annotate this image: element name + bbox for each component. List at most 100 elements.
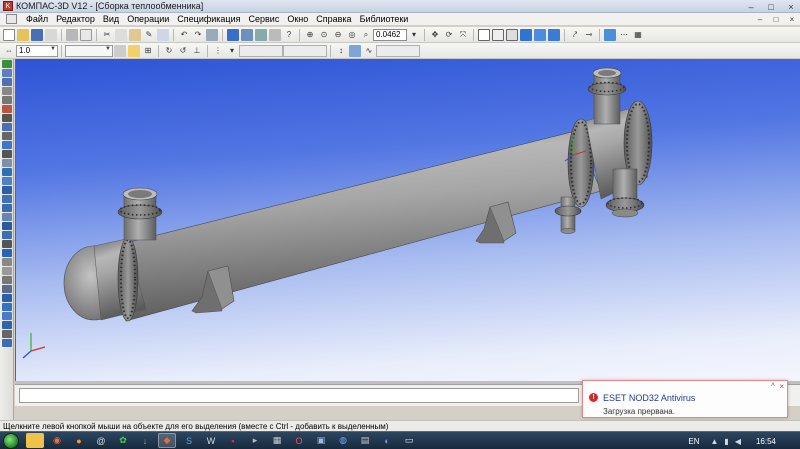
zoom-window-icon[interactable]: ⊙	[318, 29, 330, 41]
menu-specification[interactable]: Спецификация	[173, 14, 244, 24]
maximize-button[interactable]: □	[764, 2, 778, 12]
doc-close-button[interactable]: ×	[786, 15, 798, 24]
orientation-icon[interactable]: ⤧	[457, 29, 469, 41]
menu-window[interactable]: Окно	[283, 14, 312, 24]
eset-notification[interactable]: ˄ × ! ESET NOD32 Antivirus Загрузка прер…	[582, 380, 788, 418]
taskbar-kompas-icon[interactable]: ◆	[158, 433, 176, 448]
doc-restore-button[interactable]: □	[770, 15, 782, 24]
panel-chamfer-icon[interactable]	[2, 240, 12, 248]
rotate-icon[interactable]: ⟳	[443, 29, 455, 41]
close-button[interactable]: ×	[784, 2, 798, 12]
model-viewport[interactable]	[15, 59, 800, 381]
panel-geometry-icon[interactable]	[2, 87, 12, 95]
zoom-input[interactable]: 0.0462	[373, 28, 407, 41]
taskbar-icq-icon[interactable]: ✿	[114, 433, 132, 448]
panel-mirror-icon[interactable]	[2, 276, 12, 284]
menu-editor[interactable]: Редактор	[52, 14, 99, 24]
taskbar-mail-icon[interactable]: @	[92, 433, 110, 448]
panel-loft-icon[interactable]	[2, 312, 12, 320]
x-coordinate-field[interactable]	[239, 44, 283, 57]
grid-dropdown-icon[interactable]: ▾	[226, 45, 238, 57]
panel-extrude-icon[interactable]	[2, 294, 12, 302]
panel-filter-icon[interactable]	[2, 141, 12, 149]
style-icon[interactable]	[128, 44, 140, 57]
panel-hole-icon[interactable]	[2, 222, 12, 230]
print-preview-icon[interactable]	[80, 28, 92, 41]
manager-icon[interactable]	[206, 28, 218, 41]
panel-section-icon[interactable]	[2, 213, 12, 221]
panel-line-icon[interactable]	[2, 96, 12, 104]
shaded-icon[interactable]	[520, 28, 532, 41]
start-button[interactable]	[3, 432, 19, 449]
coordinates-icon[interactable]: ▦	[632, 29, 644, 41]
fx-icon[interactable]	[255, 28, 267, 41]
panel-sweep-icon[interactable]	[2, 321, 12, 329]
panel-move-icon[interactable]	[2, 195, 12, 203]
panel-param-icon[interactable]	[2, 159, 12, 167]
taskbar-notepad-icon[interactable]: ▭	[400, 433, 418, 448]
panel-rib-icon[interactable]	[2, 258, 12, 266]
tray-volume-icon[interactable]: ◀	[735, 437, 741, 446]
help-pointer-icon[interactable]: ?	[283, 29, 295, 41]
local-cs-icon[interactable]: ⊞	[142, 45, 154, 57]
taskbar-torrent-icon[interactable]: ↓	[136, 433, 154, 448]
doc-minimize-button[interactable]: –	[754, 15, 766, 24]
panel-draft-icon[interactable]	[2, 267, 12, 275]
step-cursor-icon[interactable]: ⇔	[3, 45, 15, 57]
thin-hidden-lines-icon[interactable]	[506, 28, 518, 41]
taskbar-word-icon[interactable]: W	[202, 433, 220, 448]
taskbar-chrome-icon[interactable]: ◍	[334, 433, 352, 448]
refresh-icon[interactable]: ↻	[163, 45, 175, 57]
hidden-lines-icon[interactable]	[492, 28, 504, 41]
menu-service[interactable]: Сервис	[245, 14, 284, 24]
panel-spec-icon[interactable]	[2, 123, 12, 131]
panel-fillet-icon[interactable]	[2, 231, 12, 239]
zoom-dropdown-icon[interactable]: ▾	[408, 29, 420, 41]
cut-icon[interactable]: ✂	[101, 29, 113, 41]
selection-filter-icon[interactable]	[604, 28, 616, 41]
menu-view[interactable]: Вид	[99, 14, 123, 24]
zoom-out-icon[interactable]: ⊖	[332, 29, 344, 41]
menu-help[interactable]: Справка	[312, 14, 355, 24]
wireframe-icon[interactable]	[478, 28, 490, 41]
panel-select-icon[interactable]	[2, 150, 12, 158]
grid-icon[interactable]: ⋮	[212, 45, 224, 57]
notification-close-button[interactable]: ×	[779, 382, 784, 391]
panel-revolve-icon[interactable]	[2, 303, 12, 311]
panel-sketch-icon[interactable]	[2, 285, 12, 293]
minimize-button[interactable]: –	[744, 2, 758, 12]
menu-libraries[interactable]: Библиотеки	[356, 14, 413, 24]
language-indicator[interactable]: EN	[688, 437, 699, 446]
save-all-icon[interactable]	[45, 28, 57, 41]
taskbar-browser-icon[interactable]: ◉	[48, 433, 66, 448]
panel-edit-icon[interactable]	[2, 69, 12, 77]
copy-icon[interactable]	[115, 28, 127, 41]
window-titlebar[interactable]: K КОМПАС-3D V12 - [Сборка теплообменника…	[0, 0, 800, 13]
command-input-area[interactable]	[19, 388, 579, 403]
tray-network-icon[interactable]: ▮	[724, 437, 728, 446]
panel-mate-icon[interactable]	[2, 177, 12, 185]
value-field[interactable]	[376, 44, 420, 57]
taskbar-network-app-icon[interactable]: ◐	[378, 433, 396, 448]
snap-toggle-icon[interactable]	[349, 44, 361, 57]
panel-curve-icon[interactable]	[2, 105, 12, 113]
tree-icon[interactable]	[227, 28, 239, 41]
pan-icon[interactable]: ✥	[429, 29, 441, 41]
constraints-icon[interactable]: ⊸	[583, 29, 595, 41]
taskbar-opera-icon[interactable]: O	[290, 433, 308, 448]
layer-manager-icon[interactable]	[114, 44, 126, 57]
panel-component-icon[interactable]	[2, 186, 12, 194]
panel-array-icon[interactable]	[2, 168, 12, 176]
properties-icon[interactable]	[157, 28, 169, 41]
taskbar-pdf-icon[interactable]: ▪	[224, 433, 242, 448]
taskbar-skype-icon[interactable]: S	[180, 433, 198, 448]
rebuild-icon[interactable]: ↺	[177, 45, 189, 57]
variables-icon[interactable]	[241, 28, 253, 41]
zoom-icon[interactable]: ⌕	[360, 29, 372, 41]
print-icon[interactable]	[66, 28, 78, 41]
menu-operations[interactable]: Операции	[123, 14, 173, 24]
taskbar-media-icon[interactable]: ▸	[246, 433, 264, 448]
taskbar-calc-icon[interactable]: ▦	[268, 433, 286, 448]
ortho-icon[interactable]: ⊥	[191, 45, 203, 57]
scale-combo[interactable]: 1.0 ▼	[16, 44, 58, 57]
